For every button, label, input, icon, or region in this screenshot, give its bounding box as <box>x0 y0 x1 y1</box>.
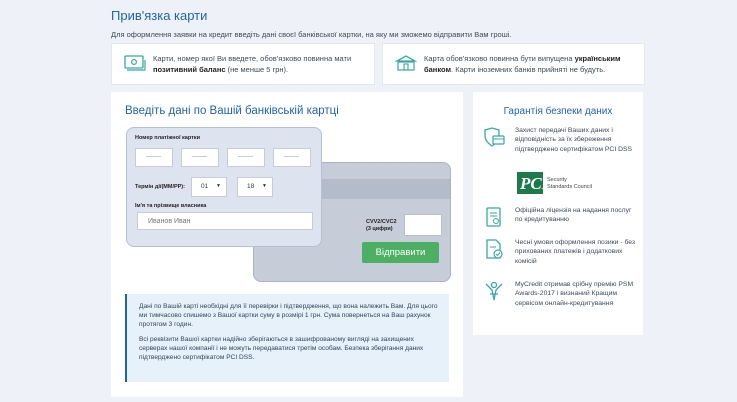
info-box-positive-balance: Карти, номер якої Ви введете, обов'язков… <box>111 43 375 85</box>
shield-card-icon <box>484 127 505 147</box>
page-subtitle: Для оформлення заявки на кредит введіть … <box>111 30 512 39</box>
chevron-down-icon: ▼ <box>216 183 221 189</box>
expiry-label: Термін дії(ММ/РР): <box>135 184 185 190</box>
security-panel: Гарантія безпеки даних Захист передачі В… <box>473 92 643 335</box>
note-paragraph: Дані по Вашій карті необхідні для її пер… <box>139 303 438 329</box>
info-note: Дані по Вашій карті необхідні для її пер… <box>125 294 449 382</box>
svg-text:PCI: PCI <box>519 174 550 193</box>
card-form-panel: Введіть дані по Вашій банківській картці… <box>111 92 463 397</box>
pci-dss-logo: PCI Security Standards Council <box>517 172 592 194</box>
holder-name-label: Ім'я та прізвище власника <box>135 203 207 209</box>
card-front: Номер платіжної картки Термін дії(ММ/РР)… <box>126 127 322 247</box>
security-title: Гарантія безпеки даних <box>503 106 613 117</box>
page-title: Прив'язка карти <box>111 8 208 23</box>
submit-button[interactable]: Відправити <box>362 242 439 263</box>
chevron-down-icon: ▼ <box>262 183 267 189</box>
cvv-input[interactable] <box>404 214 442 236</box>
money-card-icon <box>124 55 146 71</box>
info-box-ukrainian-bank: Карта обов'язково повинна бути випущена … <box>382 43 645 85</box>
info-box-text: Карти, номер якої Ви введете, обов'язков… <box>153 54 352 74</box>
card-number-field-3[interactable] <box>227 148 265 167</box>
card-number-field-4[interactable] <box>273 148 311 167</box>
document-check-icon <box>486 239 503 259</box>
cvv-label: CVV2/CVC2 (3 цифри) <box>366 219 397 232</box>
card-number-field-2[interactable] <box>181 148 219 167</box>
svg-text:Standards Council: Standards Council <box>547 184 592 190</box>
expiry-year-select[interactable]: 18 ▼ <box>237 177 273 197</box>
card-number-field-1[interactable] <box>135 148 173 167</box>
award-person-icon <box>485 281 503 301</box>
bank-icon <box>395 55 417 71</box>
card-form-title: Введіть дані по Вашій банківській картці <box>125 105 339 117</box>
note-paragraph: Всі реквізити Вашої картки надійно збері… <box>139 335 424 362</box>
license-document-icon <box>486 207 501 227</box>
holder-name-input[interactable] <box>137 212 313 230</box>
card-number-label: Номер платіжної картки <box>135 135 200 141</box>
expiry-month-select[interactable]: 01 ▼ <box>191 177 227 197</box>
info-box-text: Карта обов'язково повинна бути випущена … <box>424 54 621 74</box>
svg-text:Security: Security <box>547 177 567 183</box>
